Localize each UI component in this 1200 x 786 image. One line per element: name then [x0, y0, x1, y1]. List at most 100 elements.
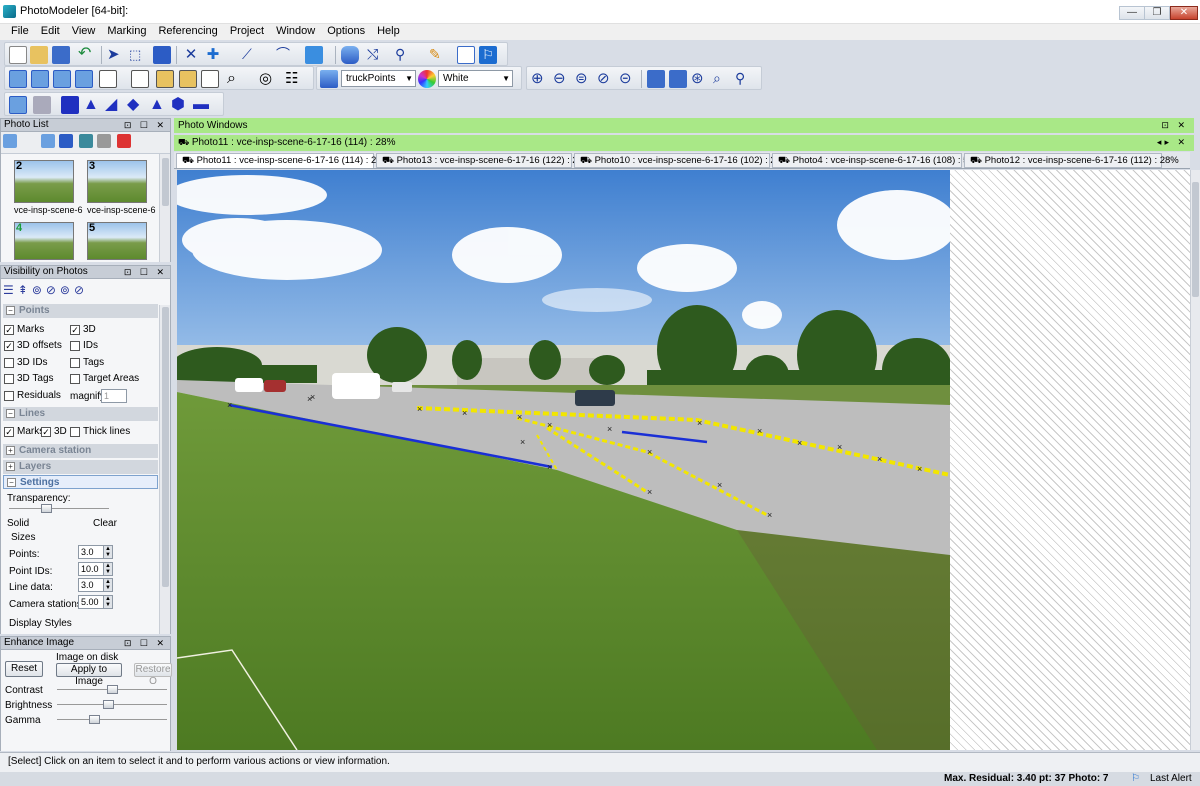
open-project-icon[interactable]: [30, 46, 48, 64]
visibility-scrollbar[interactable]: [159, 305, 170, 634]
database-icon[interactable]: [341, 46, 359, 64]
point-table-icon[interactable]: [75, 70, 93, 88]
measure-icon[interactable]: [156, 70, 174, 88]
contrast-slider[interactable]: [57, 685, 167, 694]
reset-button[interactable]: Reset: [5, 661, 43, 677]
center-icon[interactable]: ⊛: [691, 70, 709, 88]
info-icon[interactable]: [457, 46, 475, 64]
thick-lines-checkbox[interactable]: Thick lines: [70, 426, 130, 438]
wedge-icon[interactable]: ▲: [83, 96, 101, 114]
tab-photo12[interactable]: ⛟ Photo12 : vce-insp-scene-6-17-16 (112)…: [964, 153, 1179, 168]
fit-window-icon[interactable]: [647, 70, 665, 88]
zoom-out-icon[interactable]: ⊖: [553, 70, 571, 88]
photo-list-filter-icon[interactable]: [79, 134, 93, 148]
zoom-menu-icon[interactable]: ⚲: [735, 70, 753, 88]
save-icon[interactable]: [52, 46, 70, 64]
photo-list-sort-icon[interactable]: [41, 134, 55, 148]
photo-table-icon[interactable]: [53, 70, 71, 88]
menu-file[interactable]: File: [0, 24, 35, 37]
menu-referencing[interactable]: Referencing: [152, 24, 223, 37]
menu-view[interactable]: View: [66, 24, 102, 37]
tab-photo13[interactable]: ⛟ Photo13 : vce-insp-scene-6-17-16 (122)…: [376, 153, 591, 168]
photo-list-view-icon[interactable]: [3, 134, 17, 148]
target-areas-checkbox[interactable]: Target Areas: [70, 373, 139, 385]
line-data-size-input[interactable]: 3.0 ▲ ▼: [78, 578, 113, 592]
target-icon[interactable]: ◎: [259, 70, 277, 88]
3d-checkbox[interactable]: ✓ 3D: [70, 324, 96, 336]
line-3d-checkbox[interactable]: ✓ 3D: [41, 426, 67, 438]
fit-all-icon[interactable]: [669, 70, 687, 88]
photo-thumbnail-3[interactable]: [87, 160, 147, 203]
apply-to-image-button[interactable]: Apply to Image: [56, 663, 122, 687]
diamond-icon[interactable]: ◆: [127, 96, 145, 114]
photo-list-remove-icon[interactable]: [97, 134, 111, 148]
camera-view-icon[interactable]: [9, 96, 27, 114]
tags-checkbox[interactable]: Tags: [70, 357, 104, 369]
3d-ids-checkbox[interactable]: 3D IDs: [4, 357, 48, 369]
magnifier-icon[interactable]: ⌕: [713, 70, 731, 88]
photo-image[interactable]: ××× × × × × ×× ××× ××× ××× ××: [177, 170, 950, 750]
gamma-slider[interactable]: [57, 715, 167, 724]
grid-icon[interactable]: ☷: [285, 70, 303, 88]
brightness-slider[interactable]: [57, 700, 167, 709]
window-controls-icon[interactable]: ◂▸ ✕: [1157, 135, 1188, 150]
tab-photo10[interactable]: ⛟ Photo10 : vce-insp-scene-6-17-16 (102)…: [574, 153, 789, 168]
tab-photo11[interactable]: ⛟ Photo11 : vce-insp-scene-6-17-16 (114)…: [176, 153, 390, 168]
new-project-icon[interactable]: [9, 46, 27, 64]
camera-stations-size-input[interactable]: 5.00 ▲ ▼: [78, 595, 113, 609]
hexagon-icon[interactable]: ⬢: [171, 96, 189, 114]
last-alert-link[interactable]: Last Alert: [1150, 772, 1192, 785]
report-icon[interactable]: [201, 70, 219, 88]
menu-options[interactable]: Options: [321, 24, 371, 37]
photo-thumbnail-5[interactable]: [87, 222, 147, 260]
transparency-slider[interactable]: [9, 504, 109, 513]
zoom-fit-icon[interactable]: ⊜: [575, 70, 593, 88]
add-point-icon[interactable]: ✚: [204, 46, 222, 64]
menu-edit[interactable]: Edit: [35, 24, 66, 37]
line-marks-checkbox[interactable]: ✓ Marks: [4, 426, 44, 438]
link-icon[interactable]: ⚲: [395, 46, 413, 64]
points-section[interactable]: − Points: [3, 304, 158, 318]
panel-controls-icon[interactable]: ⊡ ☐ ✕: [124, 637, 167, 649]
surface-tool-icon[interactable]: [305, 46, 323, 64]
line-tool-icon[interactable]: ⟋: [242, 46, 260, 64]
menu-marking[interactable]: Marking: [101, 24, 152, 37]
point-set-select[interactable]: truckPoints ▼: [341, 70, 416, 87]
undo-icon[interactable]: ↶: [78, 46, 96, 64]
visibility-toolbar-icons[interactable]: ☰⇞⊚⊘⊚⊘: [3, 283, 88, 297]
zoom-actual-icon[interactable]: ⊘: [597, 70, 615, 88]
search-icon[interactable]: ⌕: [227, 70, 245, 88]
close-button[interactable]: ✕: [1170, 6, 1198, 20]
3d-view-icon[interactable]: [99, 70, 117, 88]
tab-photo4[interactable]: ⛟ Photo4 : vce-insp-scene-6-17-16 (108) …: [772, 153, 982, 168]
select-region-icon[interactable]: ⬚: [129, 46, 147, 64]
photo-list-scrollbar[interactable]: [159, 154, 170, 262]
select-cursor-icon[interactable]: ➤: [107, 46, 125, 64]
maximize-button[interactable]: ❐: [1144, 6, 1170, 20]
photo-list-add-icon[interactable]: [59, 134, 73, 148]
3d-offsets-checkbox[interactable]: ✓ 3D offsets: [4, 340, 62, 352]
window-2-icon[interactable]: [31, 70, 49, 88]
zoom-in-icon[interactable]: ⊕: [531, 70, 549, 88]
plane-icon[interactable]: ▬: [193, 96, 211, 114]
lines-section[interactable]: − Lines: [3, 407, 158, 421]
panel-controls-icon[interactable]: ⊡ ☐ ✕: [124, 266, 167, 278]
menu-project[interactable]: Project: [224, 24, 270, 37]
points-size-input[interactable]: 3.0 ▲ ▼: [78, 545, 113, 559]
photo-vertical-scrollbar[interactable]: [1190, 170, 1200, 750]
grid-mark-icon[interactable]: [153, 46, 171, 64]
panel-controls-icon[interactable]: ⊡ ☐ ✕: [124, 119, 167, 131]
cube-icon[interactable]: [61, 96, 79, 114]
photo-thumbnail-4[interactable]: [14, 222, 74, 260]
run-icon[interactable]: ⚐: [479, 46, 497, 64]
minimize-button[interactable]: —: [1119, 6, 1145, 20]
3d-tags-checkbox[interactable]: 3D Tags: [4, 373, 54, 385]
photo-list-flag-icon[interactable]: [117, 134, 131, 148]
delete-icon[interactable]: ✕: [182, 46, 200, 64]
magnify-input[interactable]: 1: [101, 389, 127, 403]
window-icon[interactable]: [9, 70, 27, 88]
residuals-checkbox[interactable]: Residuals: [4, 390, 61, 402]
photo-canvas[interactable]: × × × × × × × × × × × × × × × × × × × ×: [177, 170, 950, 750]
surface-patch-icon[interactable]: ◢: [105, 96, 123, 114]
menu-window[interactable]: Window: [270, 24, 321, 37]
